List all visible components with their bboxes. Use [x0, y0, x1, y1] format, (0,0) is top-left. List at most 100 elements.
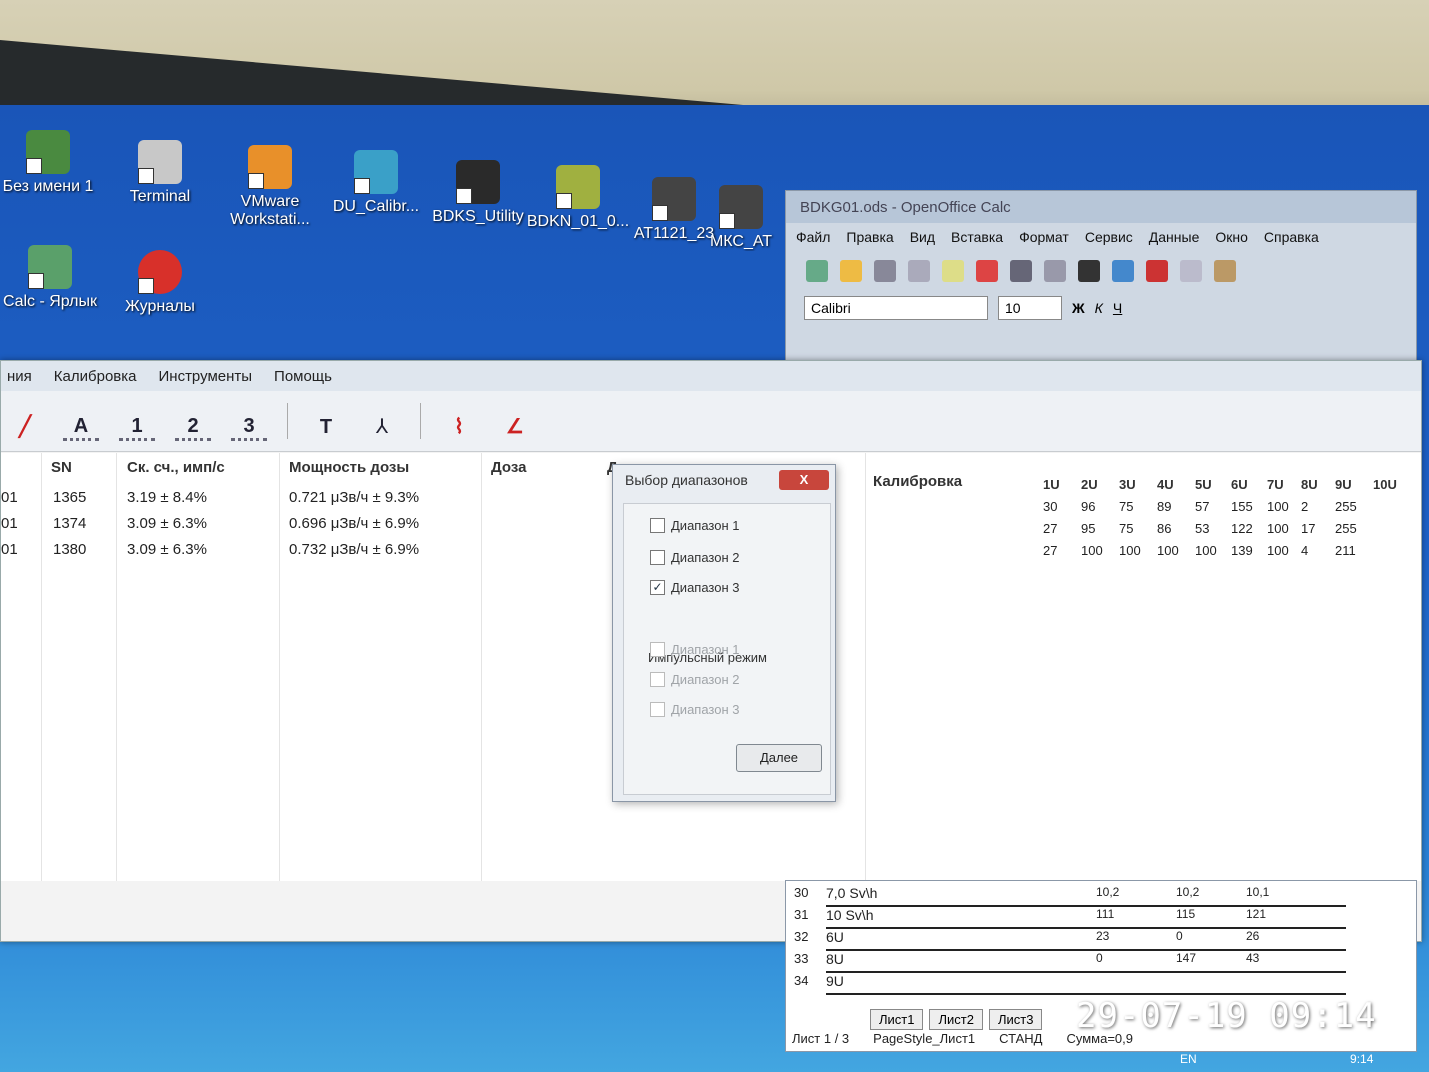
oo-menu-data[interactable]: Данные — [1149, 229, 1200, 245]
oo-menu-tools[interactable]: Сервис — [1085, 229, 1133, 245]
menu-item-help[interactable]: Помощь — [274, 368, 332, 385]
row-value: 0 — [1176, 929, 1183, 943]
find-icon[interactable] — [1078, 260, 1100, 282]
desktop-icon-bez-imeni[interactable]: Без имени 1 — [0, 130, 108, 196]
next-button[interactable]: Далее — [736, 744, 822, 772]
italic-button[interactable]: К — [1095, 300, 1103, 316]
desktop-icon-journals[interactable]: Журналы — [100, 250, 220, 316]
openoffice-window[interactable]: BDKG01.ods - OpenOffice Calc Файл Правка… — [785, 190, 1417, 362]
paste-icon[interactable] — [1214, 260, 1236, 282]
range-select-dialog[interactable]: Выбор диапазонов X Диапазон 1 Диапазон 2… — [612, 464, 836, 802]
bold-button[interactable]: Ж — [1072, 300, 1085, 316]
row-power: 0.696 μЗв/ч ± 6.9% — [289, 515, 420, 532]
desktop-icon-mks-at[interactable]: МКС_АТ — [696, 185, 786, 251]
print-icon[interactable] — [1010, 260, 1032, 282]
status-mode: СТАНД — [999, 1031, 1043, 1046]
sheet-tab[interactable]: Лист1 — [870, 1009, 924, 1030]
oo-menu-insert[interactable]: Вставка — [951, 229, 1003, 245]
terminal-icon — [138, 140, 182, 184]
row-power: 0.721 μЗв/ч ± 9.3% — [289, 489, 420, 506]
pulse-range-2-checkbox: Диапазон 2 — [650, 672, 740, 687]
grid-line — [865, 453, 866, 881]
graph-icon[interactable]: ╱ — [7, 403, 43, 439]
tool-button-a[interactable]: A — [63, 402, 99, 441]
row-value: 147 — [1176, 951, 1197, 965]
bdks-icon — [456, 160, 500, 204]
unit-header[interactable]: 1U — [1043, 477, 1060, 492]
open-icon[interactable] — [840, 260, 862, 282]
oo-menu-window[interactable]: Окно — [1215, 229, 1248, 245]
photo-timestamp: 29-07-19 09:14 — [1076, 996, 1377, 1036]
tool-button-2[interactable]: 2 — [175, 402, 211, 441]
tool-button-peak[interactable]: ⅄ — [364, 403, 400, 439]
unit-header[interactable]: 9U — [1335, 477, 1352, 492]
font-size-select[interactable]: 10 — [998, 296, 1062, 320]
preview-icon[interactable] — [1044, 260, 1066, 282]
unit-header[interactable]: 7U — [1267, 477, 1284, 492]
pulse-range-1-checkbox: Диапазон 1 — [650, 642, 740, 657]
edit-icon[interactable] — [942, 260, 964, 282]
desktop-icon-terminal[interactable]: Terminal — [100, 140, 220, 206]
column-header-rate[interactable]: Ск. сч., имп/с — [127, 459, 225, 476]
unit-header[interactable]: 3U — [1119, 477, 1136, 492]
oo-menu-help[interactable]: Справка — [1264, 229, 1319, 245]
tool-button-3[interactable]: 3 — [231, 402, 267, 441]
menu-item-partial[interactable]: ния — [7, 368, 32, 385]
row-value: 115 — [1176, 907, 1196, 921]
sheet-tab[interactable]: Лист3 — [988, 1009, 1043, 1030]
unit-header[interactable]: 6U — [1231, 477, 1248, 492]
unit-header[interactable]: 2U — [1081, 477, 1098, 492]
angle-icon[interactable]: ∠ — [497, 403, 533, 439]
tool-button-1[interactable]: 1 — [119, 402, 155, 441]
range-2-checkbox[interactable]: Диапазон 2 — [650, 550, 740, 565]
spellcheck-icon[interactable] — [1112, 260, 1134, 282]
dialog-close-button[interactable]: X — [779, 470, 829, 490]
unit-header[interactable]: 8U — [1301, 477, 1318, 492]
cut-icon[interactable] — [1146, 260, 1168, 282]
journals-icon — [138, 250, 182, 294]
oo-menu-format[interactable]: Формат — [1019, 229, 1069, 245]
row-border — [826, 927, 1346, 929]
copy-icon[interactable] — [1180, 260, 1202, 282]
menu-item-calibration[interactable]: Калибровка — [54, 368, 137, 385]
underline-button[interactable]: Ч — [1113, 300, 1122, 316]
pdf-icon[interactable] — [976, 260, 998, 282]
desktop-icon-vmware[interactable]: VMware Workstati... — [210, 145, 330, 229]
row-id: 01 — [1, 515, 18, 532]
column-header-dose[interactable]: Доза — [491, 459, 526, 476]
row-border — [826, 993, 1346, 995]
unit-header[interactable]: 4U — [1157, 477, 1174, 492]
range-1-checkbox[interactable]: Диапазон 1 — [650, 518, 740, 533]
openoffice-titlebar[interactable]: BDKG01.ods - OpenOffice Calc — [786, 191, 1416, 223]
column-header-power[interactable]: Мощность дозы — [289, 459, 409, 476]
unit-cell: 100 — [1267, 543, 1289, 558]
unit-cell: 2 — [1301, 499, 1309, 514]
language-indicator[interactable]: EN — [1180, 1052, 1197, 1066]
unit-header[interactable]: 5U — [1195, 477, 1212, 492]
save-icon[interactable] — [874, 260, 896, 282]
tool-button-t[interactable]: T — [308, 403, 344, 439]
status-style: PageStyle_Лист1 — [873, 1031, 976, 1046]
row-rate: 3.09 ± 6.3% — [127, 541, 207, 558]
calc-icon — [28, 245, 72, 289]
range-3-checkbox[interactable]: ✓ Диапазон 3 — [650, 580, 740, 595]
unit-header[interactable]: 10U — [1373, 477, 1397, 492]
desktop-icon-calc[interactable]: Calc - Ярлык — [0, 245, 110, 311]
red-curve-icon[interactable]: ⌇ — [441, 403, 477, 439]
sheet-tab[interactable]: Лист2 — [929, 1009, 983, 1030]
font-name-select[interactable]: Calibri — [804, 296, 988, 320]
desktop-icon-label: Без имени 1 — [2, 178, 94, 195]
oo-menu-edit[interactable]: Правка — [846, 229, 893, 245]
column-header-calibration[interactable]: Калибровка — [873, 473, 962, 490]
menu-item-tools[interactable]: Инструменты — [159, 368, 253, 385]
row-rate: 3.19 ± 8.4% — [127, 489, 207, 506]
new-icon[interactable] — [806, 260, 828, 282]
column-header-sn[interactable]: SN — [51, 459, 72, 476]
email-icon[interactable] — [908, 260, 930, 282]
checkbox-label: Диапазон 1 — [671, 518, 740, 533]
status-sheet: Лист 1 / 3 — [792, 1031, 850, 1046]
tray-clock[interactable]: 9:14 — [1350, 1052, 1373, 1066]
oo-menu-view[interactable]: Вид — [910, 229, 935, 245]
desktop-icon-label: Calc - Ярлык — [3, 293, 97, 310]
oo-menu-file[interactable]: Файл — [796, 229, 830, 245]
